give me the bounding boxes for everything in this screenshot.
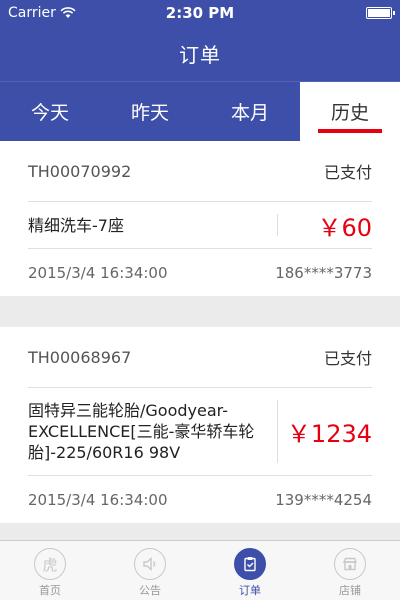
order-price: ￥60 bbox=[317, 213, 372, 242]
battery-icon bbox=[366, 6, 395, 19]
wifi-icon bbox=[60, 6, 76, 18]
order-status: 已支付 bbox=[323, 163, 372, 182]
tabbar-item-notice[interactable]: 公告 bbox=[100, 541, 200, 600]
tab-today[interactable]: 今天 bbox=[0, 82, 100, 141]
tabbar-item-home[interactable]: 虎 首页 bbox=[0, 541, 100, 600]
tabbar-item-orders[interactable]: 订单 bbox=[200, 541, 300, 600]
order-list[interactable]: TH00070992 已支付 精细洗车-7座 ￥60 2015/3/4 16:3… bbox=[0, 141, 400, 540]
order-status: 已支付 bbox=[323, 349, 372, 368]
bottom-tab-bar: 虎 首页 公告 订单 店铺 bbox=[0, 540, 400, 600]
tabbar-item-shop[interactable]: 店铺 bbox=[300, 541, 400, 600]
speaker-icon bbox=[134, 548, 166, 580]
clipboard-icon bbox=[234, 548, 266, 580]
tab-this-month[interactable]: 本月 bbox=[200, 82, 300, 141]
order-item-name: 精细洗车-7座 bbox=[28, 215, 124, 235]
period-tabs: 今天 昨天 本月 历史 bbox=[0, 81, 400, 141]
order-card[interactable]: TH00068967 已支付 固特异三能轮胎/Goodyear-EXCELLEN… bbox=[0, 327, 400, 523]
app-header: Carrier 2:30 PM 订单 bbox=[0, 0, 400, 81]
order-id: TH00070992 bbox=[28, 161, 132, 181]
tabbar-label: 公告 bbox=[139, 584, 161, 597]
tabbar-label: 订单 bbox=[239, 584, 261, 597]
shop-icon bbox=[334, 548, 366, 580]
order-datetime: 2015/3/4 16:34:00 bbox=[28, 263, 168, 282]
tabbar-label: 店铺 bbox=[339, 584, 361, 597]
tabbar-label: 首页 bbox=[39, 584, 61, 597]
order-phone: 139****4254 bbox=[275, 490, 372, 509]
tab-history[interactable]: 历史 bbox=[300, 82, 400, 141]
order-datetime: 2015/3/4 16:34:00 bbox=[28, 490, 168, 509]
carrier-label: Carrier bbox=[8, 4, 56, 21]
page-title: 订单 bbox=[179, 42, 221, 67]
order-phone: 186****3773 bbox=[275, 263, 372, 282]
tab-yesterday[interactable]: 昨天 bbox=[100, 82, 200, 141]
order-id: TH00068967 bbox=[28, 347, 132, 367]
order-card[interactable]: TH00070992 已支付 精细洗车-7座 ￥60 2015/3/4 16:3… bbox=[0, 141, 400, 296]
order-price: ￥1234 bbox=[286, 420, 372, 448]
tiger-icon: 虎 bbox=[34, 548, 66, 580]
status-bar: Carrier 2:30 PM bbox=[0, 0, 400, 25]
order-item-name: 固特异三能轮胎/Goodyear-EXCELLENCE[三能-豪华轿车轮胎]-2… bbox=[28, 401, 255, 462]
